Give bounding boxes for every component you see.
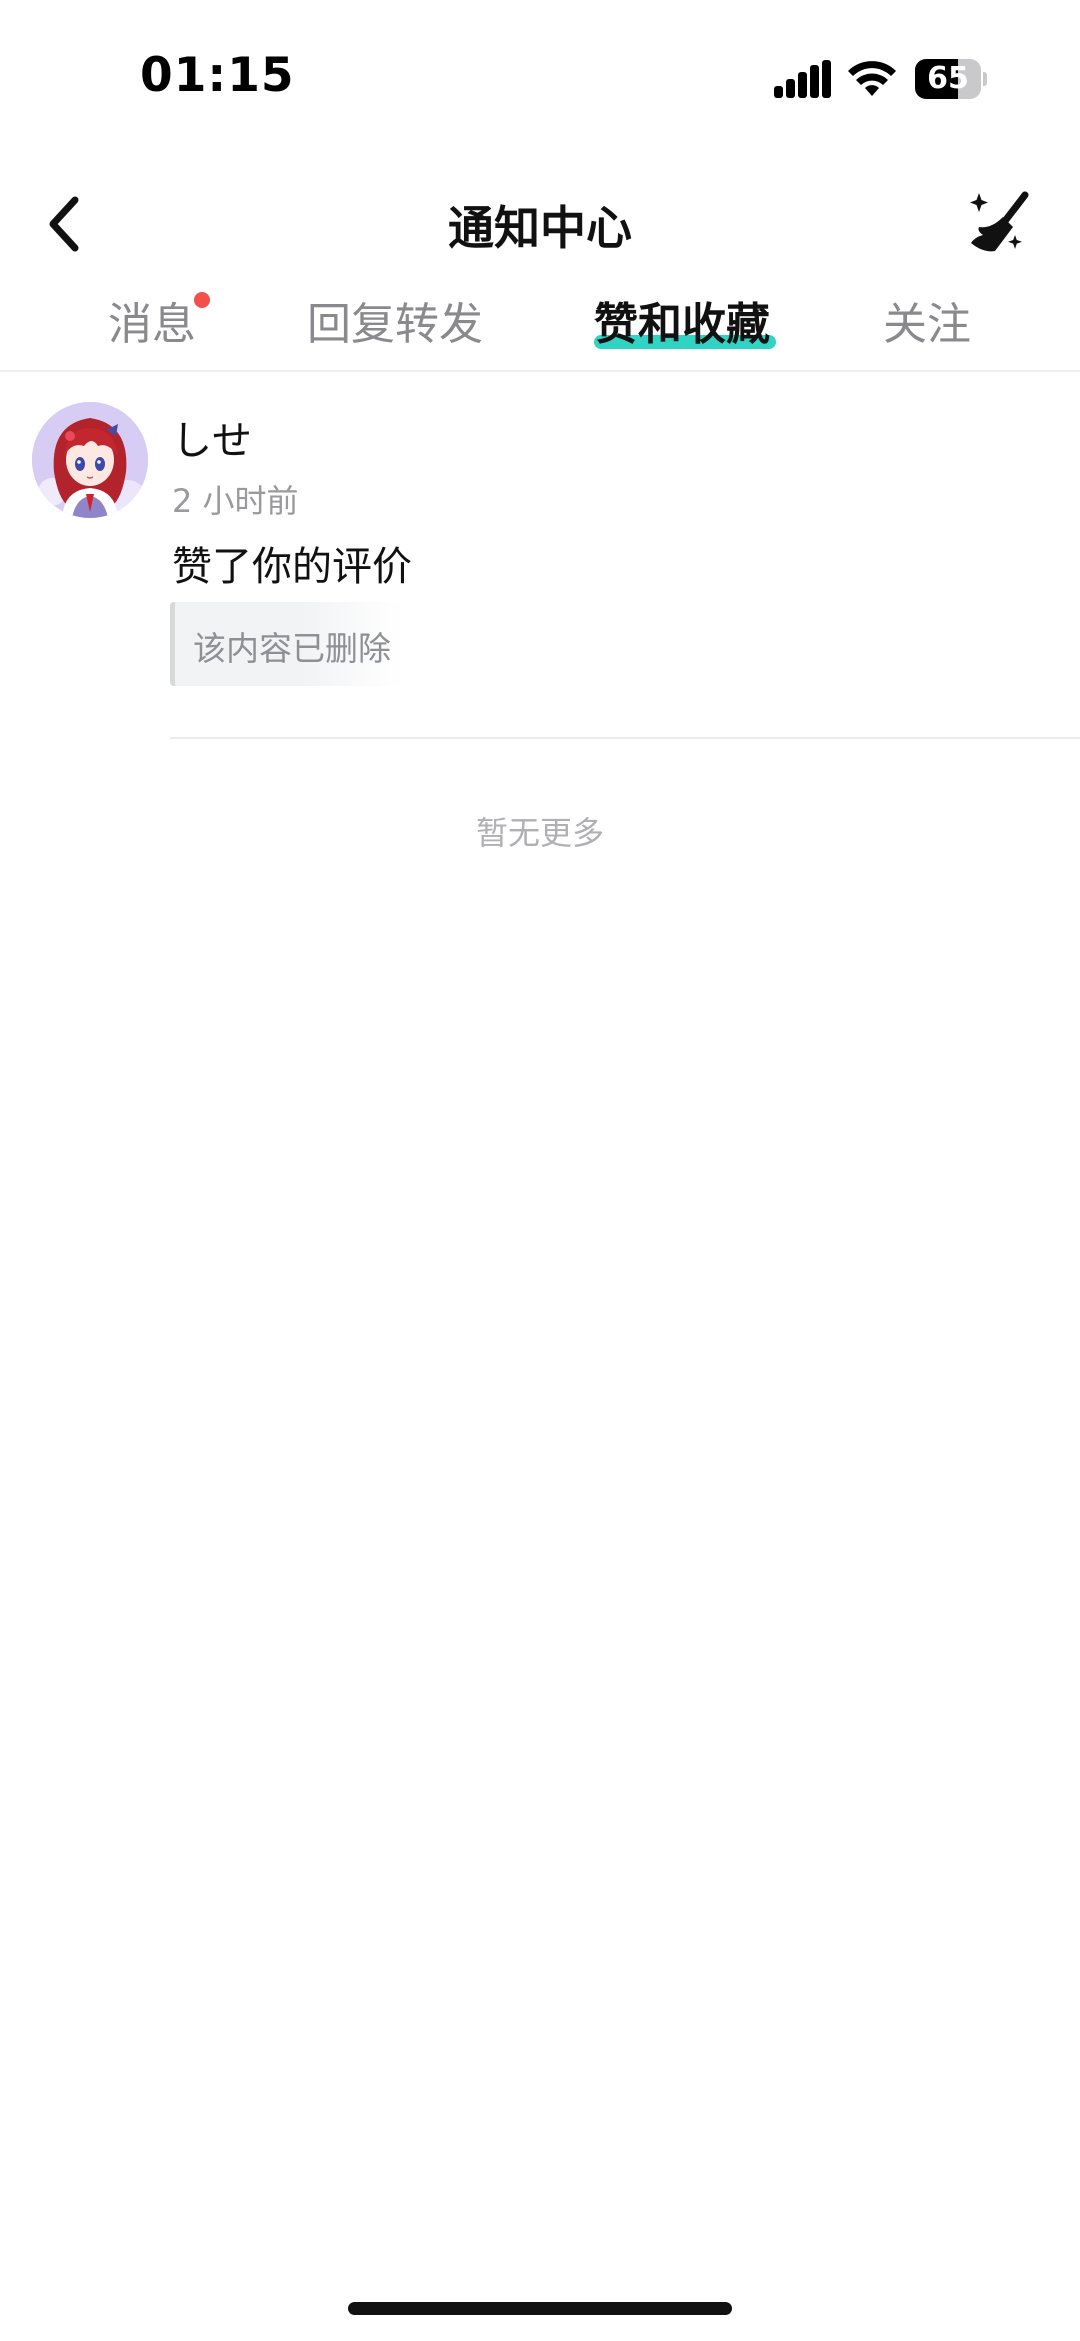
notification-action-text: 赞了你的评价 (172, 544, 412, 590)
battery-body: 65 (915, 59, 981, 99)
tab-messages[interactable]: 消息 (108, 288, 196, 352)
timestamp: 2 小时前 (172, 482, 299, 520)
tab-bar: 消息 回复转发 赞和收藏 关注 (0, 280, 1080, 372)
unread-dot-badge (194, 292, 210, 308)
battery-percentage: 65 (927, 61, 969, 96)
clear-notifications-button[interactable] (958, 184, 1038, 264)
notification-center-screen: 01:15 65 通知中心 消息 回复转发 赞和收藏 关注 しせ 2 小时前 赞… (0, 0, 1080, 2341)
page-title: 通知中心 (448, 201, 632, 255)
tab-label: 关注 (883, 299, 971, 350)
tab-label: 赞和收藏 (594, 299, 770, 350)
username[interactable]: しせ (172, 408, 252, 466)
quoted-content-box[interactable]: 该内容已删除 (170, 602, 403, 686)
tab-likes-favorites[interactable]: 赞和收藏 (594, 288, 770, 352)
broom-sparkle-icon (970, 191, 1029, 252)
avatar[interactable] (32, 402, 148, 518)
navigation-bar: 通知中心 (0, 170, 1080, 280)
battery-cap (983, 72, 987, 86)
home-indicator[interactable] (348, 2302, 732, 2315)
tab-label: 消息 (108, 299, 196, 350)
quoted-content-text: 该内容已删除 (193, 629, 391, 668)
no-more-text: 暂无更多 (475, 814, 604, 852)
tab-label: 回复转发 (307, 299, 483, 350)
tab-follows[interactable]: 关注 (883, 288, 971, 352)
battery-indicator: 65 (915, 59, 987, 99)
status-bar: 01:15 65 (0, 0, 1080, 160)
wifi-icon (848, 61, 896, 96)
status-time: 01:15 (140, 48, 295, 103)
notification-item[interactable]: しせ 2 小时前 赞了你的评价 该内容已删除 (0, 372, 1080, 739)
tab-replies-reposts[interactable]: 回复转发 (307, 288, 483, 352)
cellular-signal-icon (774, 60, 831, 98)
item-divider (170, 737, 1080, 739)
anime-avatar-image (32, 402, 148, 518)
